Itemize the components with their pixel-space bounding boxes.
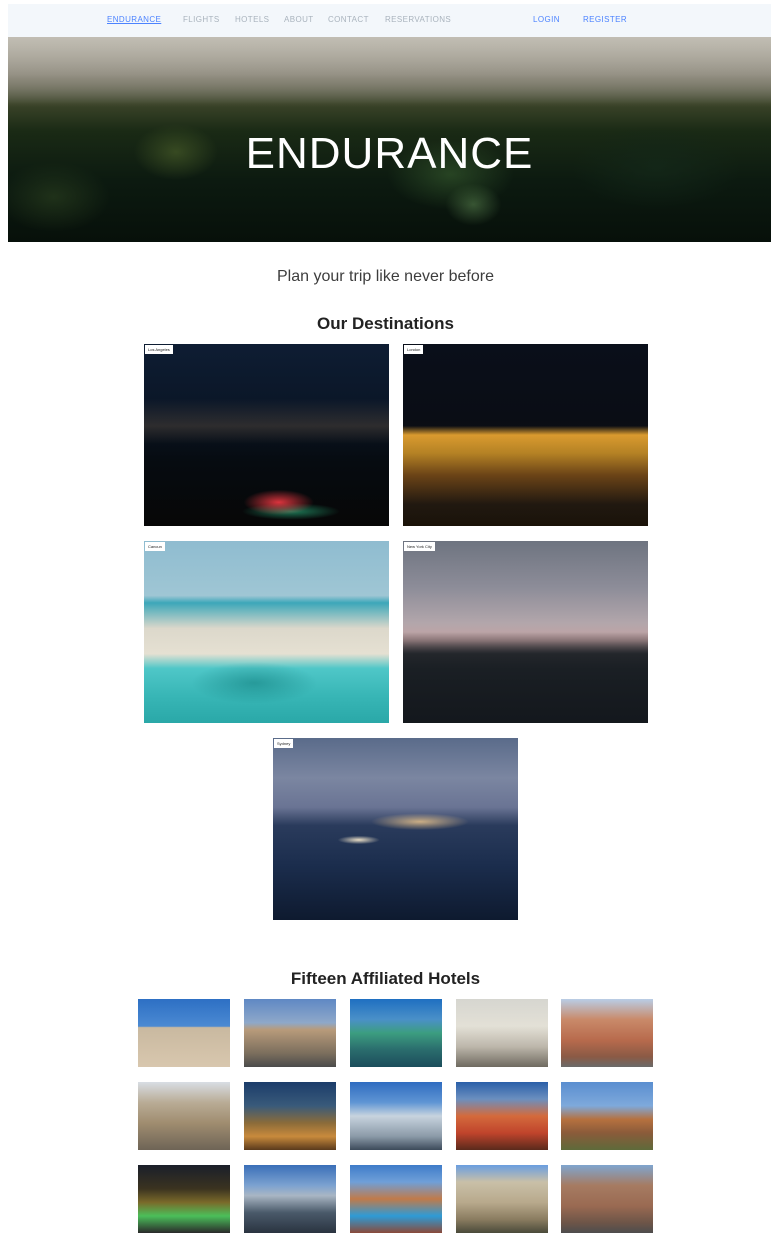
hotel-photo[interactable] — [138, 1082, 230, 1150]
hotel-photo[interactable] — [561, 1082, 653, 1150]
hotel-photo[interactable] — [561, 1165, 653, 1233]
nav-link-contact[interactable]: CONTACT — [328, 15, 369, 24]
destination-label: London — [404, 345, 424, 354]
nav-link-reservations[interactable]: RESERVATIONS — [385, 15, 451, 24]
hotels-heading: Fifteen Affiliated Hotels — [290, 969, 481, 988]
destination-card-sydney[interactable]: Sydney — [273, 738, 518, 920]
tagline: Plan your trip like never before — [277, 268, 494, 285]
destinations-heading: Our Destinations — [317, 314, 454, 333]
hotel-photo[interactable] — [244, 1082, 336, 1150]
hero-banner: ENDURANCE — [8, 37, 771, 242]
destination-card-new-york-city[interactable]: New York City — [403, 541, 648, 723]
hotel-photo[interactable] — [350, 1082, 442, 1150]
destination-card-london[interactable]: London — [403, 344, 648, 526]
hotel-photo[interactable] — [138, 999, 230, 1067]
nav-link-about[interactable]: ABOUT — [284, 15, 314, 24]
destination-label: Los Angeles — [145, 345, 173, 354]
hero-title: ENDURANCE — [245, 129, 534, 178]
hotel-photo[interactable] — [244, 1165, 336, 1233]
hotel-photo[interactable] — [561, 999, 653, 1067]
hotel-photo[interactable] — [244, 999, 336, 1067]
destination-label: New York City — [404, 542, 435, 551]
hotel-photo[interactable] — [456, 1082, 548, 1150]
nav-link-flights[interactable]: FLIGHTS — [183, 15, 220, 24]
hotel-photo[interactable] — [456, 1165, 548, 1233]
nav-brand-link[interactable]: ENDURANCE — [107, 15, 161, 24]
destination-label: Cancun — [145, 542, 165, 551]
hotel-photo[interactable] — [456, 999, 548, 1067]
hotel-photo[interactable] — [350, 1165, 442, 1233]
register-link[interactable]: REGISTER — [583, 15, 627, 24]
hotel-photo[interactable] — [350, 999, 442, 1067]
hotel-photo[interactable] — [138, 1165, 230, 1233]
top-navbar: ENDURANCE FLIGHTS HOTELS ABOUT CONTACT R… — [8, 4, 771, 37]
destination-card-cancun[interactable]: Cancun — [144, 541, 389, 723]
login-link[interactable]: LOGIN — [533, 15, 560, 24]
destination-label: Sydney — [274, 739, 294, 748]
destination-card-los-angeles[interactable]: Los Angeles — [144, 344, 389, 526]
nav-link-hotels[interactable]: HOTELS — [235, 15, 269, 24]
